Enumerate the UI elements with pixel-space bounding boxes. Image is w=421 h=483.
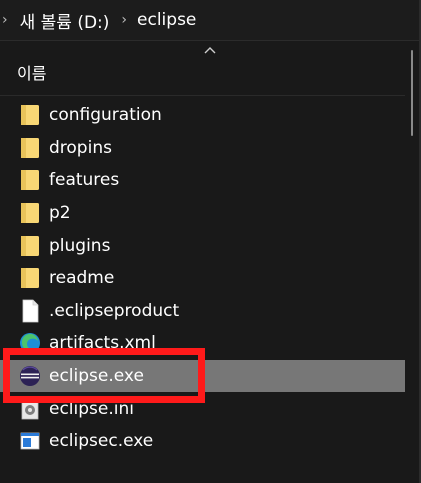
folder-icon xyxy=(21,268,39,289)
breadcrumb-item-eclipse[interactable]: eclipse xyxy=(137,10,196,30)
file-name: readme xyxy=(49,268,115,289)
file-explorer-window: › 새 볼륨 (D:) › eclipse 이름 configuration d… xyxy=(0,0,421,483)
vertical-scrollbar[interactable] xyxy=(409,44,415,483)
list-item-p2[interactable]: p2 xyxy=(0,197,405,230)
header-divider xyxy=(0,95,405,96)
list-item-plugins[interactable]: plugins xyxy=(0,229,405,262)
breadcrumb: › 새 볼륨 (D:) › eclipse xyxy=(0,2,410,38)
column-header-name[interactable]: 이름 xyxy=(17,60,46,84)
list-item-configuration[interactable]: configuration xyxy=(0,99,405,132)
blank-file-icon xyxy=(22,299,39,323)
list-item-eclipsec-exe[interactable]: eclipsec.exe xyxy=(0,425,405,458)
file-name: features xyxy=(49,170,120,191)
file-name: p2 xyxy=(49,203,71,224)
scrollbar-thumb[interactable] xyxy=(411,50,413,136)
list-item-features[interactable]: features xyxy=(0,164,405,197)
folder-icon xyxy=(21,137,39,158)
file-name: .eclipseproduct xyxy=(49,300,180,321)
file-name: plugins xyxy=(49,235,111,256)
console-exe-icon xyxy=(20,432,40,450)
file-name: configuration xyxy=(49,105,162,126)
folder-icon xyxy=(21,105,39,126)
sort-ascending-icon[interactable] xyxy=(204,45,216,55)
folder-icon xyxy=(21,203,39,224)
folder-icon xyxy=(21,170,39,191)
file-name: eclipsec.exe xyxy=(49,431,154,452)
file-name: dropins xyxy=(49,137,112,158)
file-list: configuration dropins features p2 plugin… xyxy=(0,99,405,458)
list-item-readme[interactable]: readme xyxy=(0,262,405,295)
folder-icon xyxy=(21,235,39,256)
column-header: 이름 xyxy=(0,41,405,96)
breadcrumb-item-drive[interactable]: 새 볼륨 (D:) xyxy=(20,8,110,33)
address-bar[interactable]: › 새 볼륨 (D:) › eclipse xyxy=(0,0,421,41)
chevron-right-icon[interactable]: › xyxy=(2,12,8,28)
list-item-dropins[interactable]: dropins xyxy=(0,132,405,165)
red-highlight-box xyxy=(3,348,205,403)
list-item-eclipseproduct[interactable]: .eclipseproduct xyxy=(0,295,405,328)
chevron-right-icon[interactable]: › xyxy=(121,12,127,28)
